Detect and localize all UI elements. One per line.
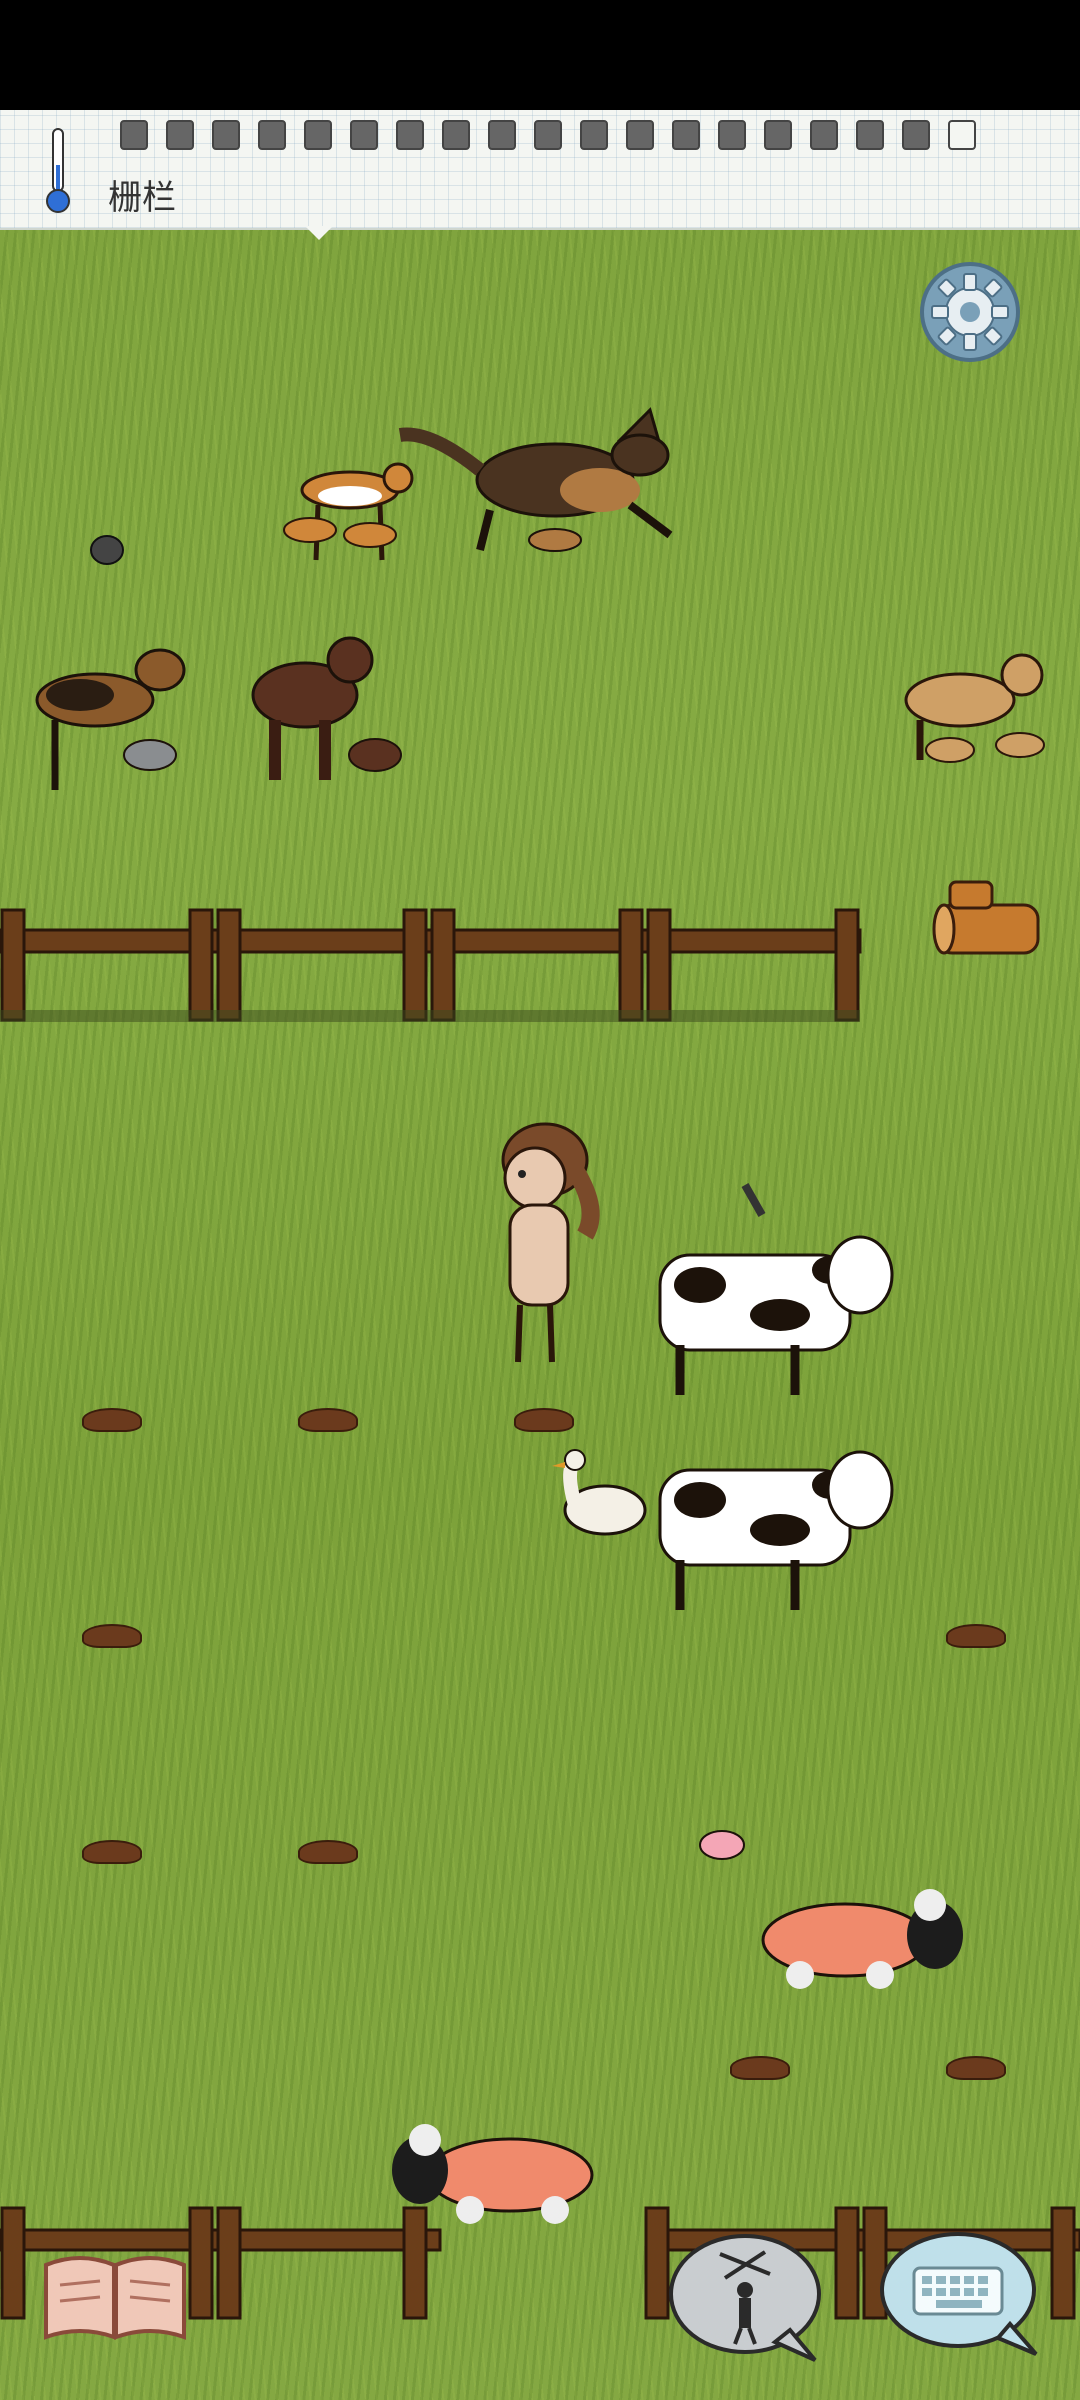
shepherd-dog (398, 407, 673, 552)
dung-pile (298, 1840, 358, 1864)
dung-pile (514, 1408, 574, 1432)
food-pip (166, 120, 194, 150)
cow-2 (658, 1450, 894, 1610)
feather (741, 1183, 766, 1217)
hint-label: 栅栏 (108, 178, 176, 218)
food-pip (442, 120, 470, 150)
food-pip (626, 120, 654, 150)
log (932, 880, 1040, 955)
player-character (501, 1122, 600, 1363)
dung-pile (730, 2056, 790, 2080)
food-pip-empty (948, 120, 976, 150)
tan-dogs (904, 653, 1045, 763)
piglet (699, 1830, 745, 1860)
food-pip (672, 120, 700, 150)
dung-pile (946, 1624, 1006, 1648)
puppet-emote-icon[interactable] (665, 2232, 830, 2367)
food-pip (580, 120, 608, 150)
food-pip (212, 120, 240, 150)
dung-pile (82, 1840, 142, 1864)
gear-icon[interactable] (918, 260, 1022, 364)
dung-pile (298, 1408, 358, 1432)
food-pip (764, 120, 792, 150)
game-field[interactable] (0, 110, 1080, 2400)
dung-pile (946, 2056, 1006, 2080)
sheep-1 (761, 1889, 963, 1989)
food-pip (396, 120, 424, 150)
thermometer-icon (46, 128, 70, 213)
keyboard-icon[interactable] (878, 2230, 1043, 2360)
food-pip (350, 120, 378, 150)
food-pip (902, 120, 930, 150)
food-pip (258, 120, 286, 150)
scene (0, 407, 1080, 2320)
rock (90, 535, 124, 565)
cow-1 (658, 1235, 894, 1395)
goose (552, 1449, 647, 1536)
book-icon[interactable] (40, 2245, 190, 2345)
poodle-dogs (251, 636, 402, 780)
fence-row-upper (0, 908, 862, 1022)
food-pip (304, 120, 332, 150)
food-pip (120, 120, 148, 150)
food-pip (810, 120, 838, 150)
food-pip (718, 120, 746, 150)
device-status-bar (0, 0, 1080, 110)
dung-pile (82, 1624, 142, 1648)
food-pip (488, 120, 516, 150)
food-pip (856, 120, 884, 150)
beagle-dogs (283, 462, 414, 561)
food-pip (534, 120, 562, 150)
dung-pile (82, 1408, 142, 1432)
airedale-dogs (35, 648, 186, 790)
hint-bar-notch (305, 226, 333, 240)
